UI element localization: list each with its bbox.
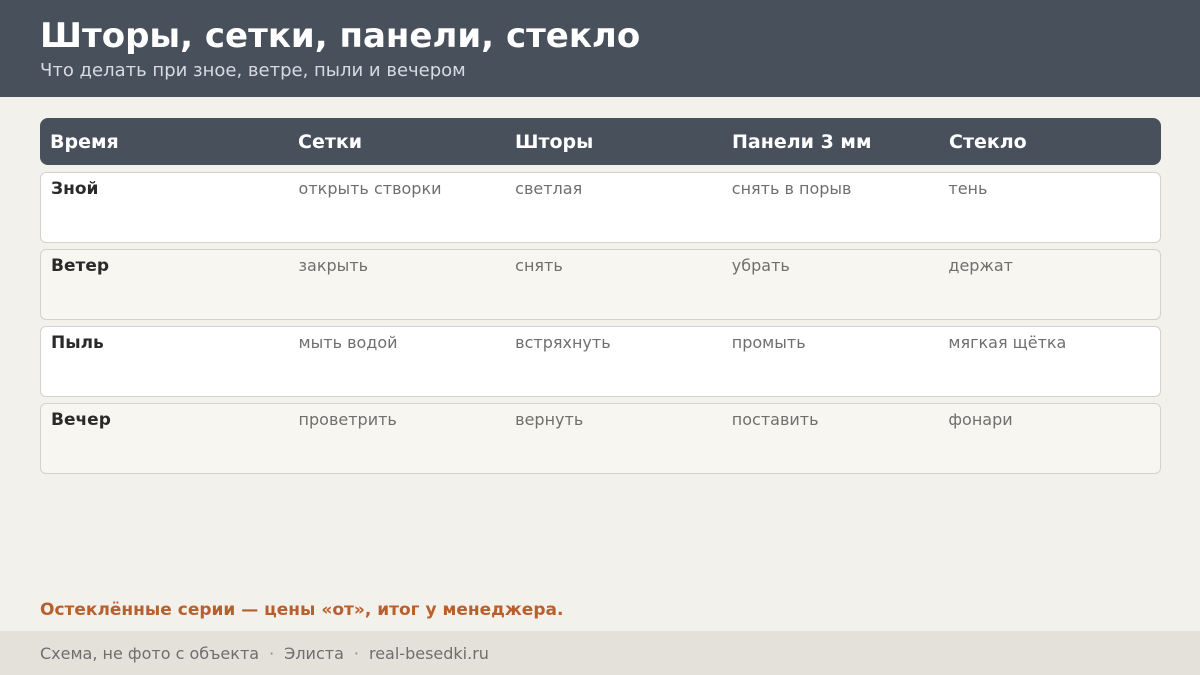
row-label: Зной [51, 179, 99, 199]
page-subtitle: Что делать при зное, ветре, пыли и вечер… [40, 60, 466, 81]
table-row: Зной открыть створки светлая снять в пор… [40, 172, 1161, 243]
table-cell: встряхнуть [515, 333, 611, 352]
table-cell: мыть водой [298, 333, 398, 352]
table-row: Ветер закрыть снять убрать держат [40, 249, 1161, 320]
footer-website: real-besedki.ru [368, 643, 489, 663]
table-cell: открыть створки [298, 179, 442, 198]
care-table: Время Сетки Шторы Панели 3 мм Стекло Зно… [40, 118, 1161, 474]
table-cell: убрать [731, 256, 790, 275]
table-cell: тень [948, 179, 988, 198]
column-header-time: Время [50, 130, 119, 153]
footer-separator: · [269, 643, 275, 663]
row-label: Пыль [51, 333, 104, 353]
row-label: Ветер [51, 256, 110, 276]
table-cell: снять в порыв [731, 179, 852, 198]
column-header-curtains: Шторы [515, 130, 594, 153]
table-row: Вечер проветрить вернуть поставить фонар… [40, 403, 1161, 474]
row-label: Вечер [51, 410, 111, 430]
page-header: Шторы, сетки, панели, стекло Что делать … [0, 0, 1200, 97]
table-cell: держат [948, 256, 1013, 275]
column-header-panels: Панели 3 мм [732, 130, 872, 153]
column-header-glass: Стекло [949, 130, 1027, 153]
footer-separator: · [353, 643, 359, 663]
table-cell: фонари [948, 410, 1013, 429]
table-row: Пыль мыть водой встряхнуть промыть мягка… [40, 326, 1161, 397]
pricing-note: Остеклённые серии — цены «от», итог у ме… [40, 600, 564, 620]
table-cell: промыть [731, 333, 806, 352]
table-cell: светлая [515, 179, 583, 198]
table-cell: снять [515, 256, 563, 275]
page-title: Шторы, сетки, панели, стекло [40, 16, 641, 56]
footer-disclaimer: Схема, не фото с объекта [40, 643, 260, 663]
table-header-row: Время Сетки Шторы Панели 3 мм Стекло [40, 118, 1161, 165]
table-cell: вернуть [515, 410, 584, 429]
column-header-nets: Сетки [298, 130, 363, 153]
table-cell: мягкая щётка [948, 333, 1067, 352]
table-cell: поставить [731, 410, 819, 429]
footer-city: Элиста [284, 643, 344, 663]
page-footer: Схема, не фото с объекта · Элиста · real… [0, 631, 1200, 675]
table-cell: проветрить [298, 410, 397, 429]
table-cell: закрыть [298, 256, 369, 275]
